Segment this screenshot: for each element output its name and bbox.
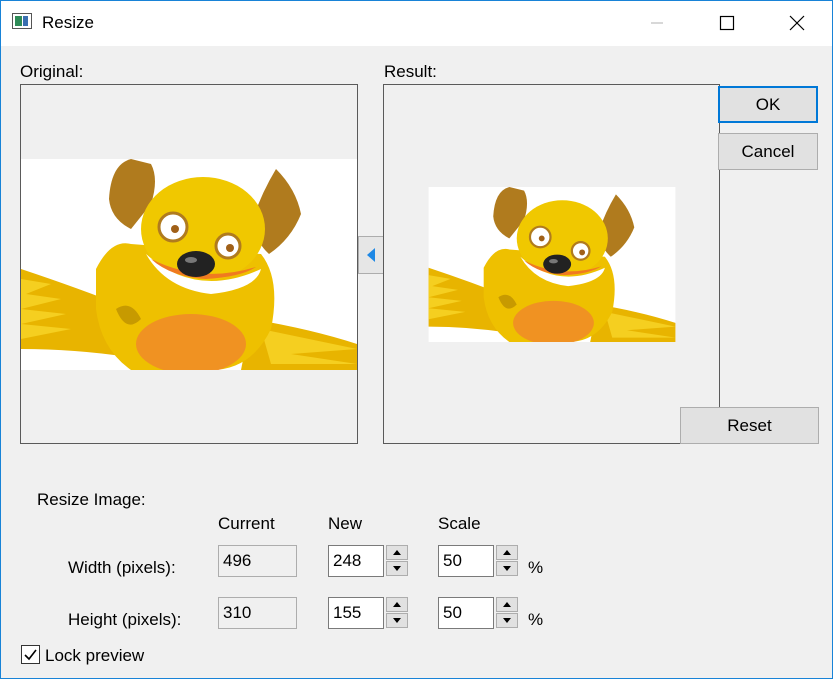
- result-label: Result:: [384, 62, 437, 81]
- width-scale-up-button[interactable]: [496, 545, 518, 560]
- minimize-button[interactable]: [634, 0, 680, 46]
- height-percent-label: %: [528, 610, 544, 629]
- arrow-left-icon: [367, 248, 375, 262]
- height-new-spinner[interactable]: [386, 597, 408, 629]
- close-icon: [789, 15, 805, 31]
- width-new-down-button[interactable]: [386, 561, 408, 576]
- height-label: Height (pixels):: [68, 610, 182, 629]
- close-button[interactable]: [774, 0, 820, 46]
- new-column-header: New: [328, 514, 363, 533]
- width-scale-down-button[interactable]: [496, 561, 518, 576]
- width-new-input[interactable]: 248: [328, 545, 384, 577]
- width-scale-input[interactable]: 50: [438, 545, 494, 577]
- maximize-button[interactable]: [704, 0, 750, 46]
- width-percent-label: %: [528, 558, 544, 577]
- original-preview-panel: [20, 84, 358, 444]
- height-scale-input[interactable]: 50: [438, 597, 494, 629]
- height-scale-up-button[interactable]: [496, 597, 518, 612]
- caret-down-icon: [503, 618, 511, 623]
- caret-up-icon: [503, 602, 511, 607]
- resize-image-label: Resize Image:: [37, 490, 146, 509]
- caret-up-icon: [393, 602, 401, 607]
- height-new-down-button[interactable]: [386, 613, 408, 628]
- window-title: Resize: [42, 13, 94, 32]
- caret-down-icon: [393, 566, 401, 571]
- maximize-icon: [719, 15, 735, 31]
- caret-down-icon: [503, 566, 511, 571]
- minimize-icon: [651, 22, 663, 24]
- checkmark-icon: [24, 649, 37, 661]
- ok-button[interactable]: OK: [718, 86, 818, 123]
- scale-column-header: Scale: [438, 514, 481, 533]
- cancel-button[interactable]: Cancel: [718, 133, 818, 170]
- current-column-header: Current: [218, 514, 275, 533]
- reset-button[interactable]: Reset: [680, 407, 819, 444]
- height-current-field: 310: [218, 597, 297, 629]
- result-preview-panel: [383, 84, 720, 444]
- caret-down-icon: [393, 618, 401, 623]
- width-current-field: 496: [218, 545, 297, 577]
- lock-preview-checkbox[interactable]: [21, 645, 40, 664]
- width-scale-spinner[interactable]: [496, 545, 518, 577]
- caret-up-icon: [393, 550, 401, 555]
- copy-to-original-button[interactable]: [358, 236, 384, 274]
- width-new-spinner[interactable]: [386, 545, 408, 577]
- lock-preview-label[interactable]: Lock preview: [45, 646, 144, 666]
- height-scale-down-button[interactable]: [496, 613, 518, 628]
- original-image: [21, 159, 357, 370]
- width-label: Width (pixels):: [68, 558, 176, 577]
- height-scale-spinner[interactable]: [496, 597, 518, 629]
- height-new-up-button[interactable]: [386, 597, 408, 612]
- caret-up-icon: [503, 550, 511, 555]
- original-label: Original:: [20, 62, 84, 81]
- result-image: [428, 187, 676, 342]
- height-new-input[interactable]: 155: [328, 597, 384, 629]
- width-new-up-button[interactable]: [386, 545, 408, 560]
- app-icon: [12, 13, 32, 29]
